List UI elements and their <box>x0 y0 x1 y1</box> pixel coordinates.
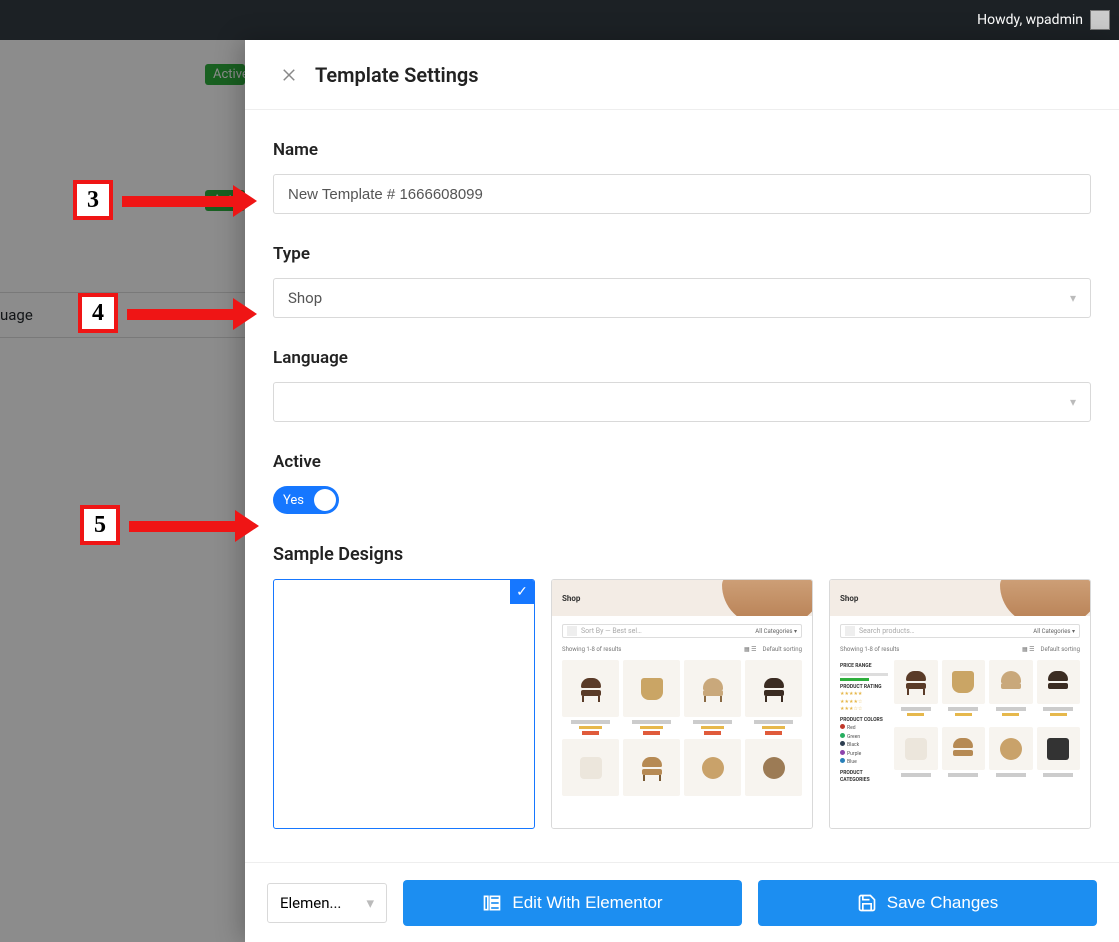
preview-title: Shop <box>562 594 580 603</box>
drawer-title: Template Settings <box>315 63 479 87</box>
settings-drawer: Template Settings Name Type Shop ▾ Langu… <box>245 40 1119 942</box>
sidebar-price: PRICE RANGE <box>840 663 888 671</box>
toggle-knob <box>314 489 336 511</box>
sidebar-cats: PRODUCT CATEGORIES <box>840 770 888 785</box>
close-button[interactable] <box>269 55 309 95</box>
name-input[interactable] <box>273 174 1091 214</box>
shop-preview: Shop Search products…All Categories ▾ Sh… <box>830 580 1090 828</box>
toggle-label: Yes <box>283 493 304 508</box>
active-label: Active <box>273 452 1091 472</box>
admin-greeting[interactable]: Howdy, wpadmin <box>977 12 1083 28</box>
annotation-5: 5 <box>80 505 120 545</box>
sidebar-rating: PRODUCT RATING <box>840 684 888 692</box>
type-label: Type <box>273 244 1091 264</box>
name-label: Name <box>273 140 1091 160</box>
close-icon <box>280 66 298 84</box>
sidebar-colors: PRODUCT COLORS <box>840 717 888 725</box>
field-language: Language ▾ <box>273 348 1091 422</box>
drawer-header: Template Settings <box>245 40 1119 110</box>
save-label: Save Changes <box>887 893 999 913</box>
arrow-icon <box>127 306 257 322</box>
admin-bar: Howdy, wpadmin <box>0 0 1119 40</box>
builder-value: Elemen... <box>280 894 341 912</box>
chevron-down-icon: ▾ <box>1070 395 1076 409</box>
drawer-footer: Elemen... ▾ Edit With Elementor Save Cha… <box>245 862 1119 942</box>
builder-select[interactable]: Elemen... ▾ <box>267 883 387 923</box>
arrow-icon <box>122 193 257 209</box>
designs-grid: ✓ Shop Sort By — Best sel…All Categories… <box>273 579 1091 829</box>
chevron-down-icon: ▾ <box>1070 291 1076 305</box>
chevron-down-icon: ▾ <box>366 894 374 912</box>
field-name: Name <box>273 140 1091 214</box>
design-blank[interactable]: ✓ <box>273 579 535 829</box>
type-value: Shop <box>288 289 322 307</box>
drawer-body: Name Type Shop ▾ Language ▾ Active Yes <box>245 110 1119 862</box>
check-icon: ✓ <box>510 580 534 604</box>
elementor-icon <box>482 893 502 913</box>
avatar[interactable] <box>1091 11 1109 29</box>
edit-button[interactable]: Edit With Elementor <box>403 880 742 926</box>
annotation-4: 4 <box>78 293 118 333</box>
save-icon <box>857 893 877 913</box>
active-toggle[interactable]: Yes <box>273 486 339 514</box>
edit-label: Edit With Elementor <box>512 893 662 913</box>
field-designs: Sample Designs ✓ Shop Sort By — Best sel… <box>273 544 1091 829</box>
save-button[interactable]: Save Changes <box>758 880 1097 926</box>
design-shop-grid[interactable]: Shop Sort By — Best sel…All Categories ▾… <box>551 579 813 829</box>
arrow-icon <box>129 518 259 534</box>
design-shop-sidebar[interactable]: Shop Search products…All Categories ▾ Sh… <box>829 579 1091 829</box>
field-type: Type Shop ▾ <box>273 244 1091 318</box>
language-label: Language <box>273 348 1091 368</box>
field-active: Active Yes <box>273 452 1091 514</box>
designs-label: Sample Designs <box>273 544 1091 565</box>
preview-title: Shop <box>840 594 858 603</box>
annotation-3: 3 <box>73 180 113 220</box>
language-select[interactable]: ▾ <box>273 382 1091 422</box>
type-select[interactable]: Shop ▾ <box>273 278 1091 318</box>
shop-preview: Shop Sort By — Best sel…All Categories ▾… <box>552 580 812 828</box>
